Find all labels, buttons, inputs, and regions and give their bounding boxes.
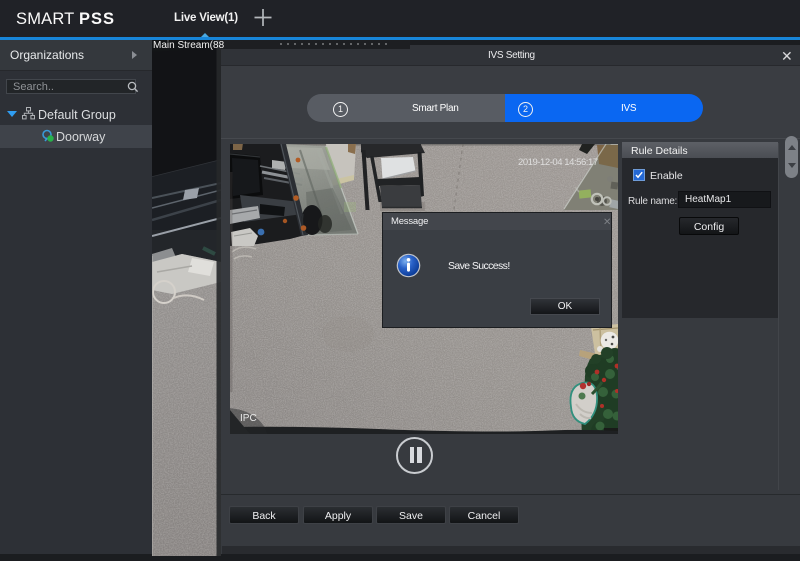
svg-text:2019-12-04 14:56:17: 2019-12-04 14:56:17	[518, 157, 598, 168]
svg-text:IPC: IPC	[240, 413, 257, 424]
